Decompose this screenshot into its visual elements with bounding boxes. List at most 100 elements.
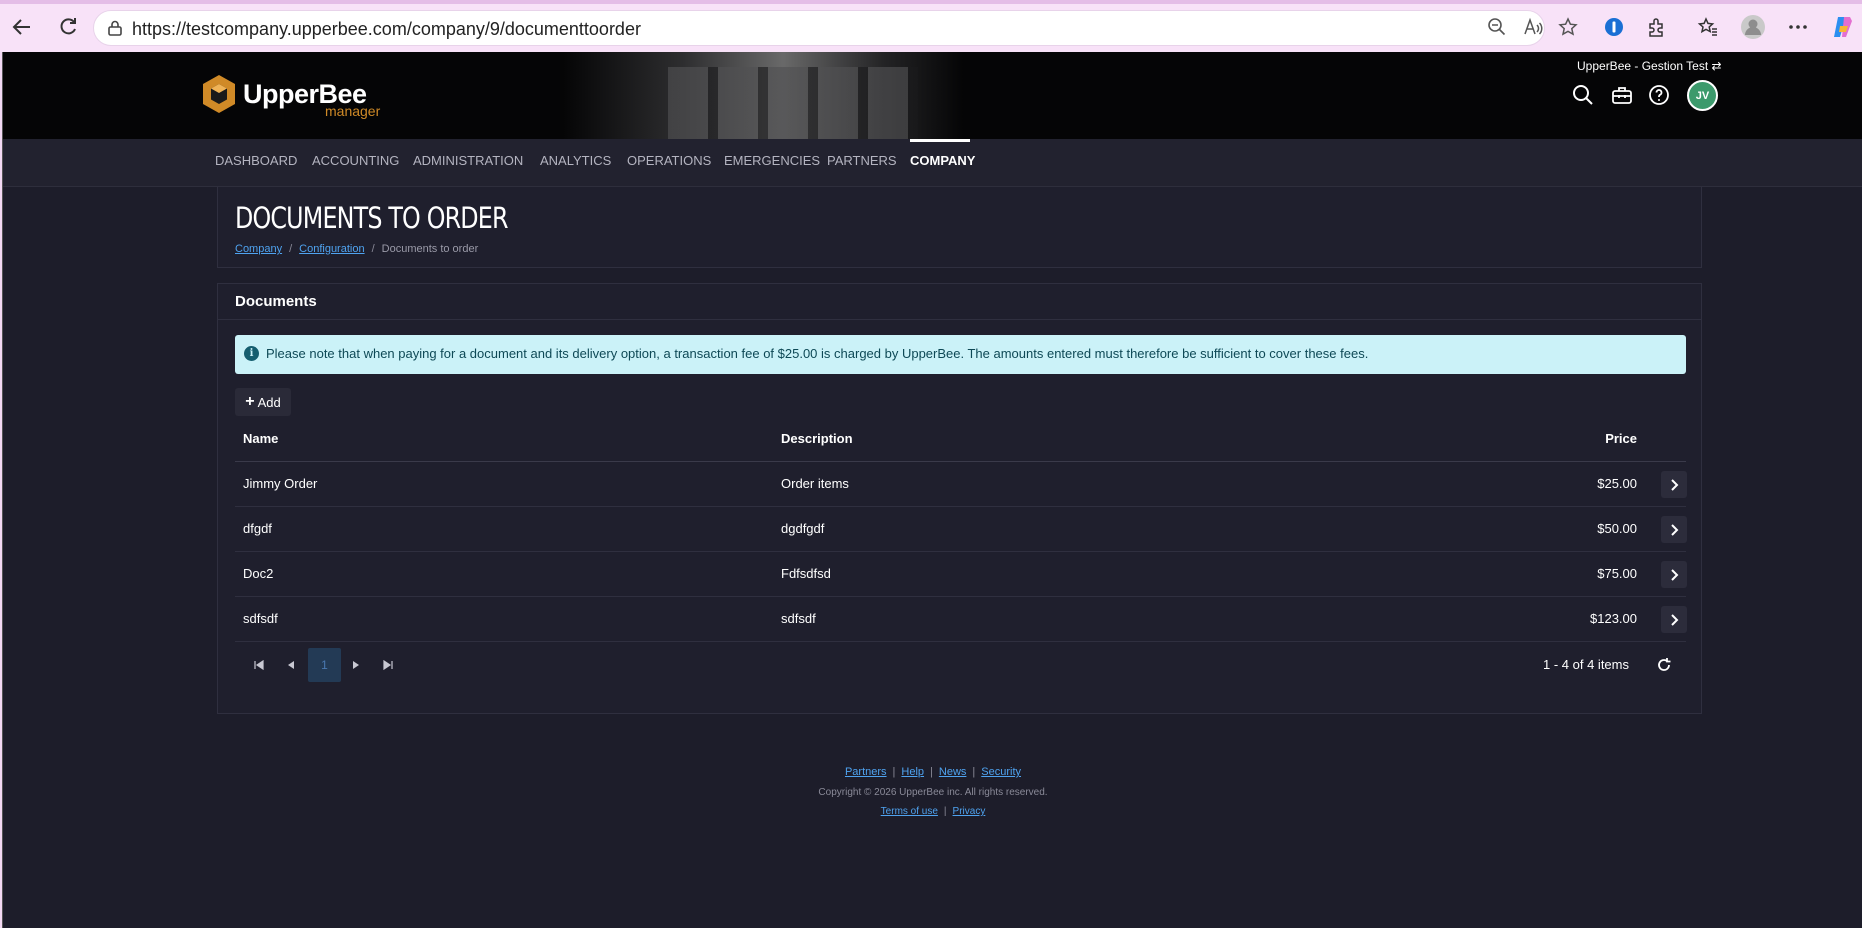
footer-separator: | [972,766,976,778]
profile-icon[interactable] [1739,13,1767,41]
row-price: $123.00 [1590,611,1637,626]
table-row[interactable]: sdfsdf sdfsdf $123.00 [235,597,1687,642]
footer-link-news[interactable]: News [939,766,967,778]
user-avatar[interactable]: JV [1687,80,1718,111]
breadcrumb: Company / Configuration / Documents to order [235,243,478,255]
breadcrumb-company-link[interactable]: Company [235,243,282,255]
info-alert: i Please note that when paying for a doc… [235,335,1686,374]
pagination-info: 1 - 4 of 4 items [1543,657,1629,672]
last-page-icon[interactable] [372,648,404,682]
site-info-icon[interactable] [106,19,124,42]
nav-operations[interactable]: OPERATIONS [627,139,711,187]
browser-toolbar: https://testcompany.upperbee.com/company… [0,0,1862,52]
help-icon[interactable] [1646,82,1672,108]
breadcrumb-configuration-link[interactable]: Configuration [299,243,364,255]
row-price: $75.00 [1597,566,1637,581]
first-page-icon[interactable] [243,648,275,682]
footer-separator: | [943,806,947,817]
company-switcher[interactable]: UpperBee - Gestion Test ⇄ [1577,59,1722,73]
table-header: Name Description Price [235,416,1686,462]
row-description: sdfsdf [781,611,816,626]
brand-subtitle: manager [325,103,381,119]
add-button[interactable]: + Add [235,388,291,416]
favorite-star-icon[interactable] [1557,16,1579,38]
documents-table: Name Description Price Jimmy Order Order… [235,416,1687,642]
copilot-icon[interactable] [1829,13,1857,41]
banner-building [668,67,918,139]
info-icon: i [244,346,259,361]
page-title: DOCUMENTS TO ORDER [235,201,509,235]
privacy-link[interactable]: Privacy [953,806,986,817]
page-header-card: DOCUMENTS TO ORDER Company / Configuration… [217,187,1702,268]
nav-partners[interactable]: PARTNERS [827,139,897,187]
row-description: Order items [781,476,849,491]
row-price: $50.00 [1597,521,1637,536]
row-name: Doc2 [243,566,274,581]
legal-links: Terms of use | Privacy [3,806,1862,817]
header-banner: UpperBee manager UpperBee - Gestion Test… [3,52,1862,139]
address-bar[interactable]: https://testcompany.upperbee.com/company… [93,10,1545,46]
toolbox-icon[interactable] [1609,82,1635,108]
company-name: UpperBee - Gestion Test [1577,59,1709,73]
zoom-out-icon[interactable] [1486,16,1508,38]
add-button-label: Add [257,394,281,410]
chevron-right-icon[interactable] [1661,516,1687,543]
password-manager-icon[interactable] [1600,13,1628,41]
footer-separator: | [930,766,933,778]
favorites-icon[interactable] [1694,13,1722,41]
switch-arrows-icon: ⇄ [1711,59,1722,73]
pagination: 1 1 - 4 of 4 items [235,648,1686,682]
footer-separator: | [892,766,896,778]
documents-card: Documents i Please note that when paying… [217,283,1702,714]
hexagon-logo-icon [203,75,235,113]
refresh-icon[interactable] [1654,655,1674,675]
nav-dashboard[interactable]: DASHBOARD [215,139,297,187]
table-row[interactable]: dfgdf dgdfgdf $50.00 [235,507,1687,552]
column-header-description[interactable]: Description [781,416,853,462]
table-row[interactable]: Jimmy Order Order items $25.00 [235,462,1687,507]
page-number-current[interactable]: 1 [308,648,341,682]
row-description: dgdfgdf [781,521,825,536]
refresh-icon[interactable] [54,13,82,41]
search-icon[interactable] [1570,82,1596,108]
nav-administration[interactable]: ADMINISTRATION [413,139,523,187]
app-window: UpperBee manager UpperBee - Gestion Test… [2,52,1862,928]
back-icon[interactable] [8,13,36,41]
footer-link-help[interactable]: Help [901,766,924,778]
footer-links: Partners | Help | News | Security [3,766,1862,778]
footer-link-security[interactable]: Security [981,766,1021,778]
column-header-name[interactable]: Name [243,416,278,462]
footer: Partners | Help | News | Security Copyright © … [3,766,1862,817]
alert-text: Please note that when paying for a docum… [266,346,1369,361]
next-page-icon[interactable] [340,648,372,682]
nav-analytics[interactable]: ANALYTICS [540,139,611,187]
nav-company[interactable]: COMPANY [910,139,975,187]
breadcrumb-current: Documents to order [381,243,479,255]
nav-accounting[interactable]: ACCOUNTING [312,139,399,187]
row-name: sdfsdf [243,611,278,626]
row-price: $25.00 [1597,476,1637,491]
copyright-text: Copyright © 2026 UpperBee inc. All right… [818,787,1048,798]
previous-page-icon[interactable] [275,648,307,682]
terms-of-use-link[interactable]: Terms of use [881,806,938,817]
more-menu-icon[interactable] [1784,13,1812,41]
footer-link-partners[interactable]: Partners [845,766,887,778]
chevron-right-icon[interactable] [1661,606,1687,633]
url-text: https://testcompany.upperbee.com/company… [132,19,641,39]
column-header-price[interactable]: Price [1605,416,1637,462]
extensions-icon[interactable] [1643,13,1671,41]
row-name: dfgdf [243,521,272,536]
read-aloud-icon[interactable] [1522,16,1544,38]
table-row[interactable]: Doc2 Fdfsdfsd $75.00 [235,552,1687,597]
nav-emergencies[interactable]: EMERGENCIES [724,139,820,187]
row-name: Jimmy Order [243,476,318,491]
plus-icon: + [245,393,255,410]
breadcrumb-separator: / [289,243,293,255]
breadcrumb-separator: / [371,243,375,255]
chevron-right-icon[interactable] [1661,471,1687,498]
main-navigation: DASHBOARD ACCOUNTING ADMINISTRATION ANAL… [3,139,1862,187]
row-description: Fdfsdfsd [781,566,831,581]
chevron-right-icon[interactable] [1661,561,1687,588]
brand-logo[interactable]: UpperBee manager [201,74,380,119]
tab-strip-accent [0,0,1862,4]
